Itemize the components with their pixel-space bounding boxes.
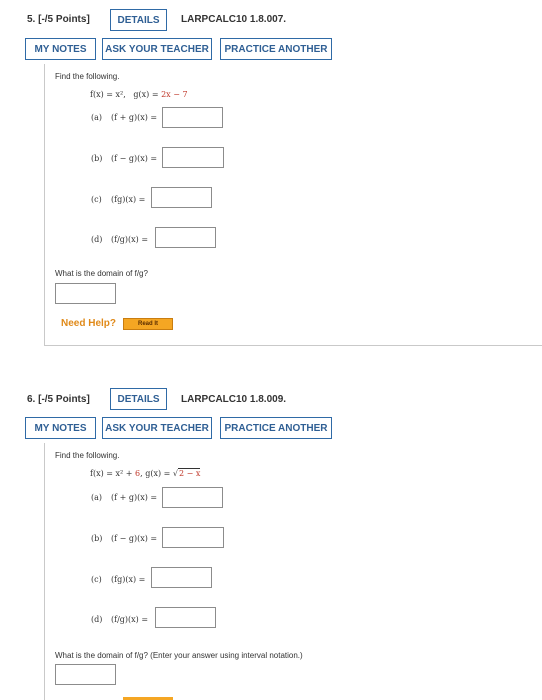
ask-teacher-button[interactable]: ASK YOUR TEACHER — [102, 38, 212, 60]
part-d-answer-input[interactable] — [155, 227, 216, 248]
part-d-expression: (f/g)(x) = — [111, 615, 149, 624]
g-definition-value: 2x − 7 — [161, 90, 188, 99]
part-a-label: (a) — [91, 113, 103, 122]
part-c-label: (c) — [91, 575, 102, 584]
ask-teacher-button[interactable]: ASK YOUR TEACHER — [102, 417, 212, 439]
f-definition-prefix: f(x) = x² + — [90, 469, 136, 478]
domain-question: What is the domain of f/g? (Enter your a… — [55, 651, 303, 660]
question-5-panel — [44, 64, 542, 346]
part-b-answer-input[interactable] — [162, 147, 224, 168]
part-a-expression: (f + g)(x) = — [111, 493, 158, 502]
read-it-button[interactable]: Read It — [123, 318, 173, 330]
assignment-code: LARPCALC10 1.8.009. — [181, 394, 287, 405]
details-button[interactable]: DETAILS — [110, 388, 167, 410]
part-b-label: (b) — [91, 154, 103, 163]
part-d-label: (d) — [91, 235, 103, 244]
part-c-answer-input[interactable] — [151, 187, 212, 208]
g-definition-value: 2 − x — [177, 468, 201, 478]
part-b-label: (b) — [91, 534, 103, 543]
part-c-expression: (fg)(x) = — [111, 575, 146, 584]
part-c-answer-input[interactable] — [151, 567, 212, 588]
part-b-expression: (f − g)(x) = — [111, 534, 158, 543]
my-notes-button[interactable]: MY NOTES — [25, 38, 96, 60]
instruction-text: Find the following. — [55, 72, 120, 81]
f-definition: f(x) = x², — [90, 90, 129, 99]
part-a-expression: (f + g)(x) = — [111, 113, 158, 122]
practice-another-button[interactable]: PRACTICE ANOTHER — [220, 417, 332, 439]
part-b-answer-input[interactable] — [162, 527, 224, 548]
part-d-label: (d) — [91, 615, 103, 624]
part-b-expression: (f − g)(x) = — [111, 154, 158, 163]
function-definitions: f(x) = x² + 6, g(x) = √2 − x — [90, 468, 201, 478]
practice-another-button[interactable]: PRACTICE ANOTHER — [220, 38, 332, 60]
question-6-panel — [44, 443, 542, 700]
domain-answer-input[interactable] — [55, 283, 116, 304]
assignment-code: LARPCALC10 1.8.007. — [181, 14, 287, 25]
part-c-label: (c) — [91, 195, 102, 204]
domain-answer-input[interactable] — [55, 664, 116, 685]
g-definition-prefix: , g(x) = √ — [140, 469, 178, 478]
g-definition-prefix: g(x) = — [133, 90, 162, 99]
part-d-answer-input[interactable] — [155, 607, 216, 628]
domain-question: What is the domain of f/g? — [55, 269, 148, 278]
need-help-label: Need Help? — [61, 318, 117, 329]
function-definitions: f(x) = x², g(x) = 2x − 7 — [90, 90, 188, 99]
question-5-title: 5. [-/5 Points] — [27, 14, 90, 25]
instruction-text: Find the following. — [55, 451, 120, 460]
details-button[interactable]: DETAILS — [110, 9, 167, 31]
part-d-expression: (f/g)(x) = — [111, 235, 149, 244]
question-6-title: 6. [-/5 Points] — [27, 394, 90, 405]
my-notes-button[interactable]: MY NOTES — [25, 417, 96, 439]
part-a-answer-input[interactable] — [162, 487, 223, 508]
part-a-answer-input[interactable] — [162, 107, 223, 128]
part-c-expression: (fg)(x) = — [111, 195, 146, 204]
part-a-label: (a) — [91, 493, 103, 502]
